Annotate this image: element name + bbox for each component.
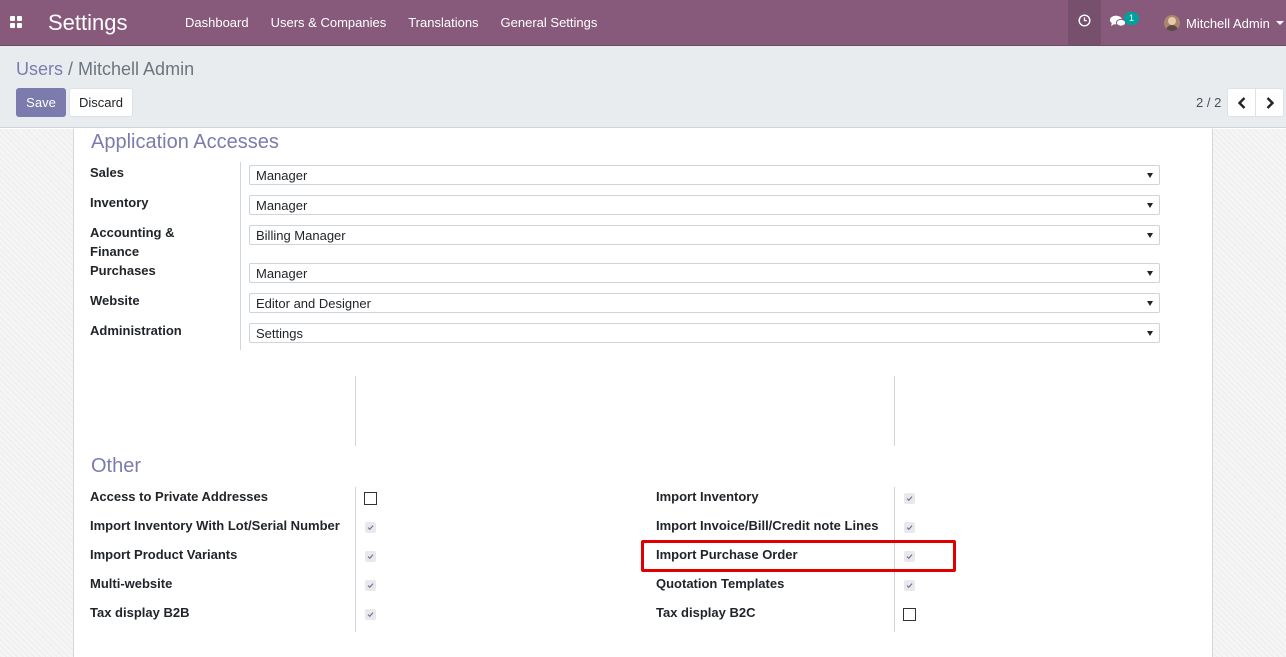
accounting-finance-select[interactable]: Billing Manager [249, 225, 1160, 245]
checkbox-access-private-addresses[interactable] [364, 492, 377, 505]
label-import-invoice-bill-credit: Import Invoice/Bill/Credit note Lines [656, 518, 879, 533]
check-icon [367, 554, 374, 560]
label-import-inventory: Import Inventory [656, 489, 759, 504]
caret-down-icon [1275, 21, 1284, 25]
checkbox-tax-display-b2b[interactable] [365, 609, 376, 620]
highlight-box [641, 540, 956, 572]
user-name: Mitchell Admin [1186, 15, 1270, 31]
checkbox-quotation-templates[interactable] [904, 580, 915, 591]
control-panel: Users / Mitchell Admin Save Discard 2 / 2 [0, 46, 1286, 128]
check-icon [906, 496, 913, 502]
select-arrow-icon [1147, 271, 1153, 276]
breadcrumb: Users / Mitchell Admin [16, 58, 194, 80]
check-icon [367, 612, 374, 618]
label-import-inventory-lot-serial: Import Inventory With Lot/Serial Number [90, 518, 340, 533]
app-title[interactable]: Settings [48, 10, 128, 36]
purchases-select[interactable]: Manager [249, 263, 1160, 283]
apps-menu-icon[interactable] [10, 16, 22, 28]
sales-select[interactable]: Manager [249, 165, 1160, 185]
field-label-purchases: Purchases [90, 263, 156, 278]
messaging-button[interactable]: 1 [1108, 12, 1144, 34]
chevron-left-icon [1237, 97, 1246, 109]
inventory-select[interactable]: Manager [249, 195, 1160, 215]
administration-select[interactable]: Settings [249, 323, 1160, 343]
accesses-divider [240, 162, 241, 350]
select-value: Manager [256, 198, 308, 213]
empty-group-divider [355, 376, 356, 446]
breadcrumb-current: Mitchell Admin [78, 59, 195, 79]
discard-button[interactable]: Discard [69, 88, 133, 117]
menu-item-dashboard[interactable]: Dashboard [174, 0, 260, 46]
checkbox-import-inventory[interactable] [904, 493, 915, 504]
select-value: Billing Manager [256, 228, 346, 243]
menu-item-translations[interactable]: Translations [397, 0, 489, 46]
field-label-inventory: Inventory [90, 195, 149, 210]
top-navbar: Settings Dashboard Users & Companies Tra… [0, 0, 1286, 46]
form-sheet: Application Accesses Sales Manager Inven… [73, 129, 1213, 657]
pager-value[interactable]: 2 / 2 [1196, 88, 1221, 117]
select-arrow-icon [1147, 233, 1153, 238]
field-label-accounting-finance: Accounting & Finance [90, 225, 175, 259]
main-menu: Dashboard Users & Companies Translations… [174, 0, 608, 46]
select-value: Manager [256, 168, 308, 183]
user-avatar [1164, 15, 1180, 31]
checkbox-tax-display-b2c[interactable] [903, 608, 916, 621]
label-quotation-templates: Quotation Templates [656, 576, 785, 591]
select-arrow-icon [1147, 331, 1153, 336]
label-multi-website: Multi-website [90, 576, 173, 591]
application-accesses-title: Application Accesses [91, 131, 279, 153]
pager-previous-button[interactable] [1227, 88, 1256, 117]
check-icon [906, 583, 913, 589]
select-value: Editor and Designer [256, 296, 371, 311]
select-arrow-icon [1147, 301, 1153, 306]
label-tax-display-b2b: Tax display B2B [90, 605, 190, 620]
chevron-right-icon [1266, 97, 1275, 109]
check-icon [367, 583, 374, 589]
field-label-administration: Administration [90, 323, 182, 338]
field-label-sales: Sales [90, 165, 124, 180]
chat-count-badge: 1 [1124, 12, 1139, 25]
empty-group-divider [894, 376, 895, 446]
clock-icon [1078, 14, 1091, 27]
field-label-website: Website [90, 293, 140, 308]
save-button[interactable]: Save [16, 88, 66, 117]
select-arrow-icon [1147, 203, 1153, 208]
other-section-title: Other [91, 455, 142, 477]
select-value: Manager [256, 266, 308, 281]
checkbox-import-inventory-lot-serial[interactable] [365, 522, 376, 533]
menu-item-general-settings[interactable]: General Settings [490, 0, 609, 46]
checkbox-multi-website[interactable] [365, 580, 376, 591]
checkbox-import-product-variants[interactable] [365, 551, 376, 562]
pager-next-button[interactable] [1255, 88, 1284, 117]
activity-clock-button[interactable] [1068, 0, 1101, 45]
label-access-private-addresses: Access to Private Addresses [90, 489, 269, 504]
website-select[interactable]: Editor and Designer [249, 293, 1160, 313]
breadcrumb-separator: / [68, 59, 74, 79]
label-import-product-variants: Import Product Variants [90, 547, 238, 562]
other-left-divider [355, 487, 356, 632]
checkbox-import-invoice-bill-credit[interactable] [904, 522, 915, 533]
breadcrumb-users-link[interactable]: Users [16, 59, 63, 79]
check-icon [367, 525, 374, 531]
content-area: Application Accesses Sales Manager Inven… [0, 129, 1286, 657]
user-menu[interactable]: Mitchell Admin [1164, 0, 1284, 46]
select-arrow-icon [1147, 173, 1153, 178]
check-icon [906, 525, 913, 531]
select-value: Settings [256, 326, 303, 341]
menu-item-users-companies[interactable]: Users & Companies [260, 0, 398, 46]
label-tax-display-b2c: Tax display B2C [656, 605, 756, 620]
